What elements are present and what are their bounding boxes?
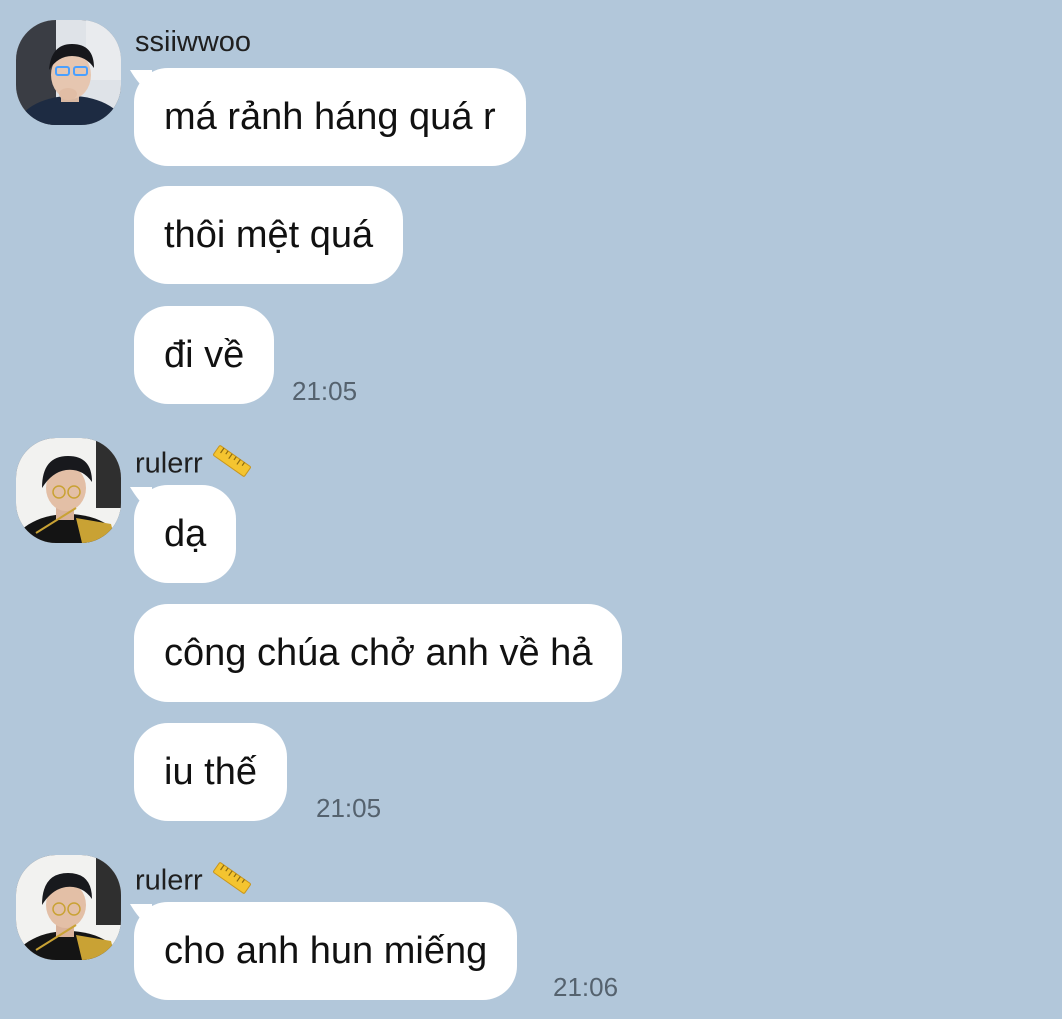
message-bubble[interactable]: iu thế (134, 723, 287, 821)
message-timestamp: 21:05 (316, 793, 382, 823)
message-bubble[interactable]: đi về (134, 306, 275, 404)
message-bubble[interactable]: cho anh hun miếng (134, 902, 518, 1000)
avatar-photo (16, 20, 121, 125)
message-timestamp: 21:06 (553, 972, 619, 1002)
message-bubble[interactable]: công chúa chở anh về hả (134, 604, 623, 702)
straight-ruler-icon (211, 857, 253, 899)
straight-ruler-icon (211, 440, 253, 482)
avatar[interactable] (16, 20, 121, 125)
chat-area[interactable]: ssiiwwoo má rảnh háng quá r thôi mệt quá… (0, 0, 1062, 1019)
sender-name: ssiiwwoo (135, 26, 252, 58)
avatar-photo (16, 855, 121, 960)
sender-name: rulerr (135, 861, 253, 903)
message-bubble[interactable]: thôi mệt quá (134, 186, 404, 284)
avatar[interactable] (16, 438, 121, 543)
sender-name: rulerr (135, 444, 253, 486)
sender-name-text: rulerr (135, 864, 203, 897)
message-timestamp: 21:05 (292, 376, 358, 406)
avatar[interactable] (16, 855, 121, 960)
sender-name-text: rulerr (135, 447, 203, 480)
message-bubble[interactable]: má rảnh háng quá r (134, 68, 526, 166)
avatar-photo (16, 438, 121, 543)
message-bubble[interactable]: dạ (134, 485, 237, 583)
